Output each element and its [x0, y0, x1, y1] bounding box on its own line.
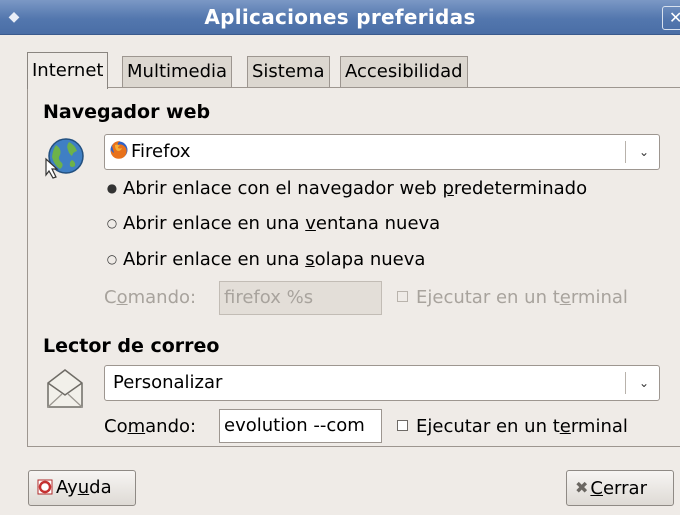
tab-accesibilidad[interactable]: Accesibilidad: [340, 56, 468, 88]
firefox-icon: [109, 138, 129, 172]
title-bar[interactable]: ◆ Aplicaciones preferidas ✕: [0, 0, 680, 35]
close-x-icon: ✖: [575, 478, 589, 497]
mnemonic: v: [305, 213, 316, 234]
envelope-icon: [45, 367, 85, 416]
radio-unchecked-icon: ○: [106, 216, 118, 230]
help-icon: [37, 473, 53, 507]
radio-checked-icon: ●: [106, 181, 118, 195]
radio-unchecked-icon: ○: [106, 252, 118, 266]
mnemonic: s: [305, 249, 315, 270]
mail-command-input[interactable]: evolution --com: [219, 409, 382, 443]
chevron-down-icon[interactable]: ⌄: [639, 366, 649, 400]
chevron-down-icon[interactable]: ⌄: [639, 135, 649, 169]
globe-pointer-icon: [42, 135, 88, 186]
browser-command-input[interactable]: firefox %s: [219, 281, 382, 315]
window-title: Aplicaciones preferidas: [204, 5, 476, 29]
radio-label-rest: redeterminado: [453, 178, 588, 199]
radio-open-default[interactable]: ● Abrir enlace con el navegador web prede…: [106, 178, 587, 199]
checkbox-icon: [397, 420, 408, 431]
radio-open-new-tab[interactable]: ○ Abrir enlace en una solapa nueva: [106, 249, 426, 270]
radio-open-new-window[interactable]: ○ Abrir enlace en una ventana nueva: [106, 213, 440, 234]
mail-select-value: Personalizar: [113, 372, 223, 393]
close-window-icon[interactable]: ✕: [662, 6, 680, 30]
mnemonic: p: [442, 178, 454, 199]
browser-command-label: Comando:: [104, 287, 197, 308]
browser-terminal-checkbox[interactable]: Ejecutar en un terminal: [397, 287, 628, 308]
radio-label-rest: olapa nueva: [314, 249, 426, 270]
mail-terminal-checkbox[interactable]: Ejecutar en un terminal: [397, 416, 628, 437]
tab-multimedia[interactable]: Multimedia: [122, 56, 233, 88]
mail-section-title: Lector de correo: [43, 335, 220, 357]
close-button[interactable]: ✖ Cerrar: [566, 470, 674, 506]
radio-label-rest: entana nueva: [315, 213, 441, 234]
mail-select[interactable]: Personalizar ⌄: [104, 365, 660, 401]
radio-label: Abrir enlace en una: [123, 213, 306, 234]
browser-select-value: Firefox: [131, 141, 191, 162]
combo-separator: [625, 372, 626, 394]
tab-internet[interactable]: Internet: [27, 52, 109, 89]
checkbox-icon: [397, 291, 408, 302]
browser-section-title: Navegador web: [43, 101, 211, 123]
mail-command-label: Comando:: [104, 416, 197, 437]
combo-separator: [625, 141, 626, 163]
tab-sistema[interactable]: Sistema: [247, 56, 330, 88]
radio-label: Abrir enlace con el navegador web: [123, 178, 443, 199]
browser-select[interactable]: Firefox ⌄: [104, 134, 660, 170]
help-button[interactable]: Ayuda: [28, 470, 136, 506]
radio-label: Abrir enlace en una: [123, 249, 306, 270]
